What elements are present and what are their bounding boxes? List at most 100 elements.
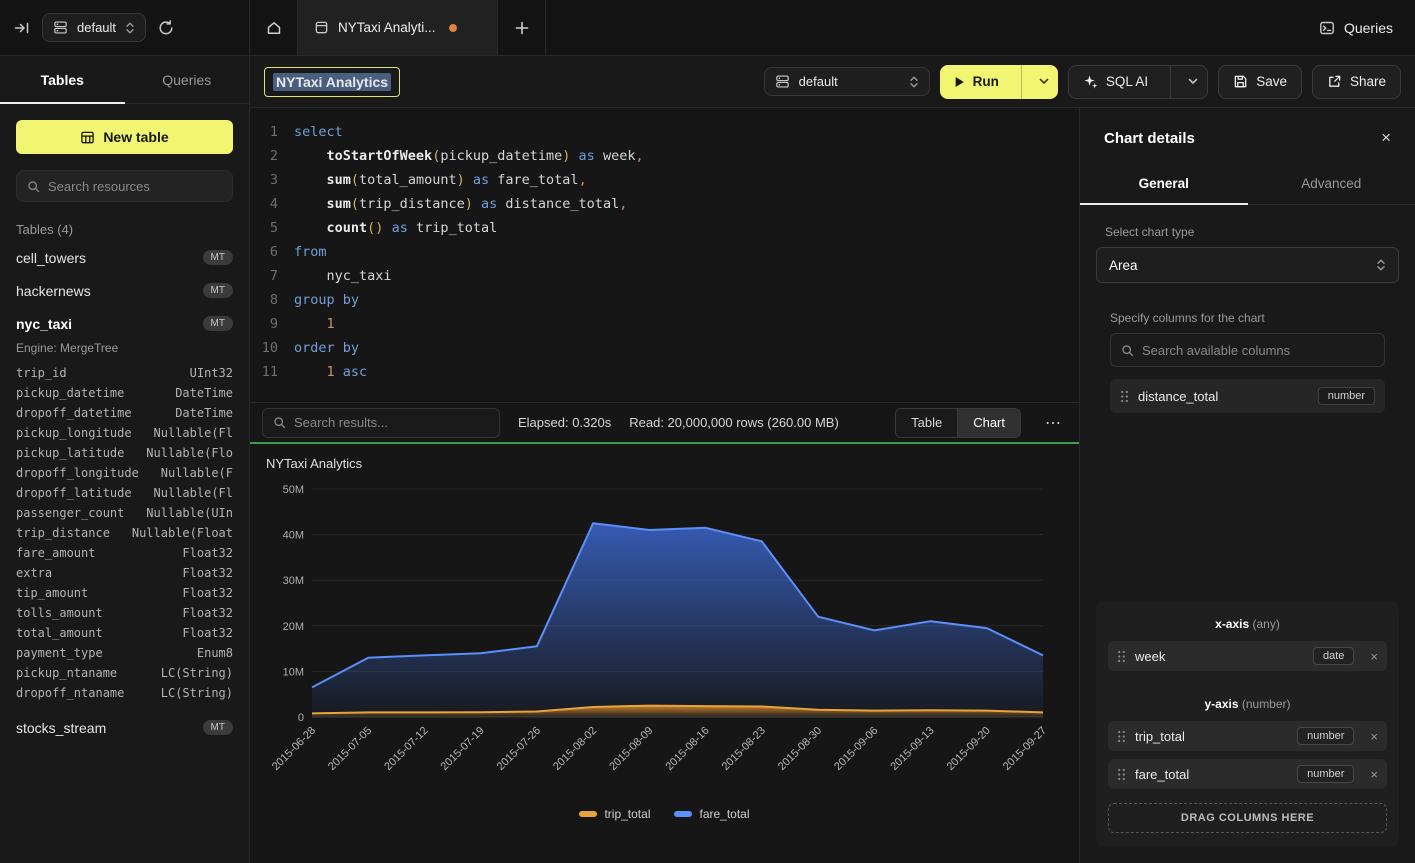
drop-zone[interactable]: DRAG COLUMNS HERE <box>1108 803 1387 833</box>
queries-button[interactable]: Queries <box>1319 0 1415 55</box>
run-button-group: Run <box>940 65 1058 99</box>
remove-field-icon[interactable]: × <box>1370 729 1378 744</box>
column-item: tolls_amountFloat32 <box>16 603 233 623</box>
editor-line[interactable]: 3 sum(total_amount) as fare_total, <box>250 168 1079 192</box>
results-search-input[interactable]: Search results... <box>262 408 500 438</box>
panel-tabs: General Advanced <box>1080 164 1415 205</box>
chart-type-select[interactable]: Area <box>1096 247 1399 283</box>
editor-line[interactable]: 1select <box>250 120 1079 144</box>
new-table-button[interactable]: New table <box>16 120 233 154</box>
column-name: extra <box>16 563 52 583</box>
new-tab-button[interactable] <box>498 0 546 55</box>
field-name: fare_total <box>1135 767 1189 782</box>
remove-field-icon[interactable]: × <box>1370 649 1378 664</box>
editor-line[interactable]: 9 1 <box>250 312 1079 336</box>
search-icon <box>27 180 40 193</box>
y-axis-field-fare-total[interactable]: fare_total number × <box>1108 759 1387 789</box>
query-title-input[interactable]: NYTaxi Analytics <box>264 67 400 97</box>
column-item: extraFloat32 <box>16 563 233 583</box>
share-button[interactable]: Share <box>1312 65 1401 99</box>
column-name: pickup_datetime <box>16 383 124 403</box>
column-item: payment_typeEnum8 <box>16 643 233 663</box>
x-axis-field-week[interactable]: week date × <box>1108 641 1387 671</box>
editor-line[interactable]: 2 toStartOfWeek(pickup_datetime) as week… <box>250 144 1079 168</box>
panel-tab-general-label: General <box>1139 176 1189 191</box>
column-type: LC(String) <box>161 663 233 683</box>
column-type: UInt32 <box>190 363 233 383</box>
run-button[interactable]: Run <box>940 65 1013 99</box>
sql-ai-button-group: SQL AI <box>1068 65 1208 99</box>
x-tick-label: 2015-08-02 <box>551 725 599 773</box>
y-axis-field-trip-total[interactable]: trip_total number × <box>1108 721 1387 751</box>
legend-item-trip_total[interactable]: trip_total <box>579 807 650 821</box>
save-button[interactable]: Save <box>1218 65 1302 99</box>
share-icon <box>1327 74 1342 89</box>
body-row: Tables Queries New table Search resource… <box>0 56 1415 863</box>
sql-editor[interactable]: 1select2 toStartOfWeek(pickup_datetime) … <box>250 108 1079 402</box>
column-name: trip_distance <box>16 523 110 543</box>
table-item[interactable]: hackernewsMT <box>16 274 233 307</box>
available-column-distance-total[interactable]: distance_total number <box>1110 379 1385 413</box>
editor-line[interactable]: 6from <box>250 240 1079 264</box>
column-type: Float32 <box>182 543 233 563</box>
query-title-text: NYTaxi Analytics <box>273 73 391 91</box>
panel-tab-advanced[interactable]: Advanced <box>1248 164 1415 204</box>
column-item: total_amountFloat32 <box>16 623 233 643</box>
y-tick-label: 30M <box>283 575 304 587</box>
sidebar-tab-tables[interactable]: Tables <box>0 56 125 103</box>
close-icon[interactable]: × <box>1381 128 1391 148</box>
sparkle-icon <box>1083 74 1098 89</box>
code-text: toStartOfWeek(pickup_datetime) as week, <box>294 144 644 168</box>
view-toggle-chart[interactable]: Chart <box>957 409 1020 437</box>
column-name: pickup_latitude <box>16 443 124 463</box>
more-options-icon[interactable]: ⋯ <box>1039 413 1067 433</box>
editor-line[interactable]: 4 sum(trip_distance) as distance_total, <box>250 192 1079 216</box>
queries-icon <box>1319 20 1335 36</box>
legend-item-fare_total[interactable]: fare_total <box>674 807 749 821</box>
view-toggle-table[interactable]: Table <box>896 409 957 437</box>
sql-ai-label: SQL AI <box>1106 74 1148 89</box>
table-name: stocks_stream <box>16 720 106 736</box>
column-type: Nullable(F <box>161 463 233 483</box>
column-name: fare_amount <box>16 543 95 563</box>
y-axis-label-text: y-axis <box>1204 697 1238 711</box>
panel-body: Select chart type Area Specify columns f… <box>1080 205 1415 863</box>
column-type: Nullable(UIn <box>146 503 233 523</box>
run-database-selector[interactable]: default <box>764 67 930 96</box>
run-label: Run <box>973 74 999 89</box>
table-engine-label: Engine: MergeTree <box>16 341 233 355</box>
sql-ai-options-button[interactable] <box>1179 66 1207 98</box>
query-tab[interactable]: NYTaxi Analyti... <box>298 0 498 55</box>
editor-line[interactable]: 11 1 asc <box>250 360 1079 384</box>
remove-field-icon[interactable]: × <box>1370 767 1378 782</box>
table-item[interactable]: stocks_streamMT <box>16 711 233 744</box>
sql-ai-button[interactable]: SQL AI <box>1069 66 1162 98</box>
collapse-sidebar-icon[interactable] <box>14 20 30 36</box>
panel-header: Chart details × <box>1080 108 1415 164</box>
x-tick-label: 2015-06-28 <box>270 725 318 773</box>
run-options-button[interactable] <box>1030 65 1058 99</box>
editor-line[interactable]: 10order by <box>250 336 1079 360</box>
resource-search-input[interactable]: Search resources <box>16 170 233 202</box>
column-search-input[interactable]: Search available columns <box>1110 333 1385 367</box>
refresh-icon[interactable] <box>158 20 174 36</box>
panel-tab-general[interactable]: General <box>1080 164 1248 204</box>
drag-handle-icon <box>1120 390 1129 403</box>
column-name: dropoff_datetime <box>16 403 132 423</box>
editor-line[interactable]: 8group by <box>250 288 1079 312</box>
table-item[interactable]: cell_towersMT <box>16 241 233 274</box>
column-name: payment_type <box>16 643 103 663</box>
chart-type-value: Area <box>1109 258 1138 273</box>
column-item: dropoff_ntanameLC(String) <box>16 683 233 703</box>
editor-line[interactable]: 5 count() as trip_total <box>250 216 1079 240</box>
editor-line[interactable]: 7 nyc_taxi <box>250 264 1079 288</box>
column-name: pickup_ntaname <box>16 663 117 683</box>
line-number: 8 <box>250 288 294 312</box>
table-item[interactable]: nyc_taxiMT <box>16 307 233 340</box>
column-type: DateTime <box>175 403 233 423</box>
sidebar: Tables Queries New table Search resource… <box>0 56 250 863</box>
home-tab[interactable] <box>250 0 298 55</box>
query-tab-title: NYTaxi Analyti... <box>338 20 436 35</box>
database-selector[interactable]: default <box>42 13 146 42</box>
sidebar-tab-queries[interactable]: Queries <box>125 56 250 103</box>
